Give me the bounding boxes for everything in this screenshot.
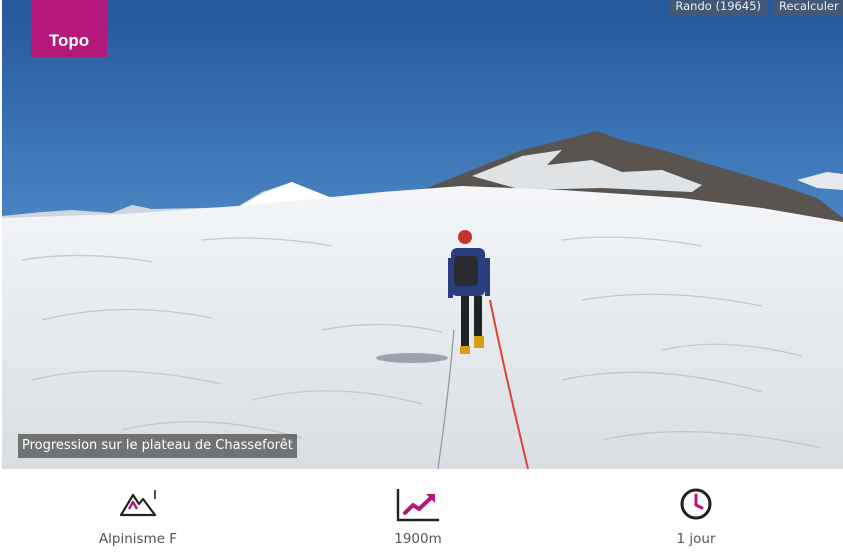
duration-label: 1 jour — [676, 531, 716, 547]
stat-elevation: 1900m — [328, 487, 508, 547]
elevation-chart-icon — [396, 489, 439, 522]
rando-link[interactable]: Rando (19645) — [669, 0, 767, 16]
elevation-label: 1900m — [394, 531, 442, 547]
topo-tag: Topo — [31, 0, 107, 57]
glacier-scene — [2, 0, 843, 469]
clock-icon — [680, 488, 712, 520]
stat-activity: Alpinisme F — [48, 487, 228, 547]
activity-label: Alpinisme F — [98, 531, 178, 547]
stat-duration: 1 jour — [606, 487, 786, 547]
mountain-icon — [119, 490, 157, 517]
hero-photo: Topo Rando (19645) Recalculer c Progress… — [2, 0, 843, 469]
stats-bar: Alpinisme F 1900m 1 jour — [0, 469, 843, 555]
top-links: Rando (19645) Recalculer c — [669, 0, 843, 16]
recalculate-link[interactable]: Recalculer c — [773, 0, 843, 16]
photo-caption: Progression sur le plateau de Chasseforê… — [18, 434, 297, 458]
